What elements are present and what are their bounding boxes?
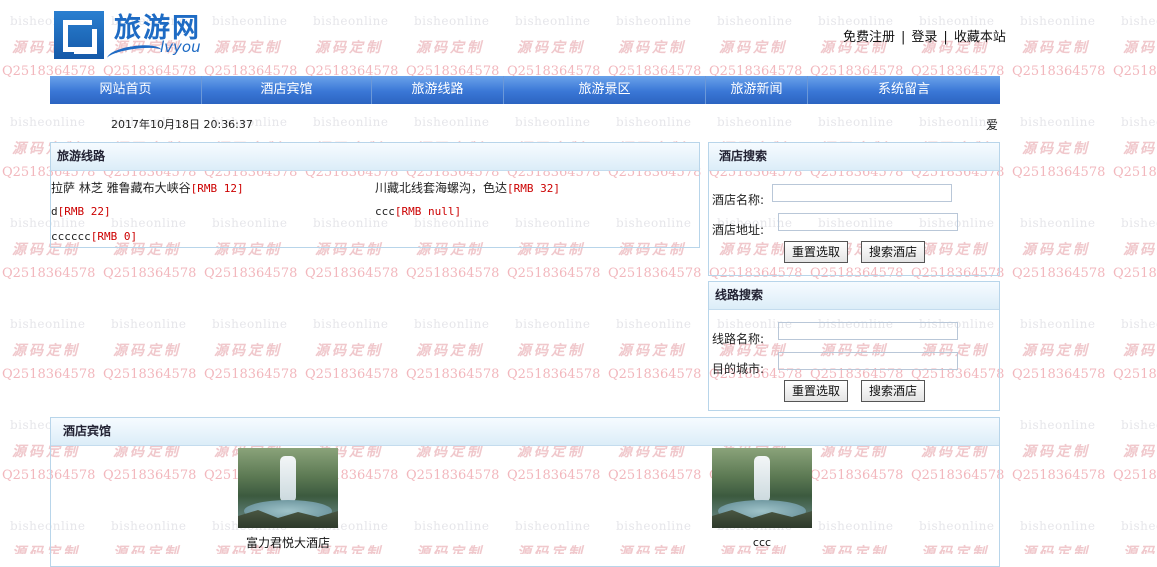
hotel-search-title: 酒店搜索: [709, 143, 999, 171]
hotel-address-input[interactable]: [778, 213, 958, 231]
hotel-reset-button[interactable]: 重置选取: [784, 241, 849, 263]
hotel-photo[interactable]: [238, 448, 338, 528]
route-name[interactable]: d: [51, 205, 58, 218]
nav-item-scenic[interactable]: 旅游景区: [504, 76, 706, 104]
route-search-panel: 线路搜索 线路名称: 目的城市: 重置选取 搜索酒店: [708, 281, 1000, 411]
hotel-address-label: 酒店地址:: [712, 223, 765, 237]
site-logo[interactable]: 旅游网 lvyou: [52, 8, 212, 68]
hotels-panel: 酒店宾馆 富力君悦大酒店 ccc: [50, 417, 1000, 567]
route-reset-button[interactable]: 重置选取: [784, 380, 849, 402]
hotel-search-button[interactable]: 搜索酒店: [861, 241, 926, 263]
logo-mark-icon: [54, 11, 104, 59]
hotel-photo[interactable]: [712, 448, 812, 528]
nav-item-home[interactable]: 网站首页: [50, 76, 202, 104]
route-item[interactable]: d[RMB 22]: [51, 204, 111, 218]
route-item[interactable]: 拉萨 林芝 雅鲁藏布大峡谷[RMB 12]: [51, 179, 244, 196]
route-name[interactable]: 拉萨 林芝 雅鲁藏布大峡谷: [51, 181, 191, 195]
nav-item-routes[interactable]: 旅游线路: [372, 76, 504, 104]
route-search-title: 线路搜索: [709, 282, 999, 310]
route-name[interactable]: ccc: [375, 205, 395, 218]
routes-panel-title: 旅游线路: [51, 143, 699, 171]
logo-subtext: lvyou: [160, 38, 201, 56]
route-price: [RMB 22]: [57, 205, 111, 218]
current-datetime: 2017年10月18日 20:36:37: [111, 118, 253, 131]
route-city-input[interactable]: [778, 352, 958, 370]
nav-item-hotels[interactable]: 酒店宾馆: [202, 76, 372, 104]
hotel-search-panel: 酒店搜索 酒店名称: 酒店地址: 重置选取 搜索酒店: [708, 142, 1000, 276]
login-link[interactable]: 登录: [911, 30, 937, 45]
logo-swoosh-icon: [106, 42, 163, 67]
main-nav: 网站首页 酒店宾馆 旅游线路 旅游景区 旅游新闻 系统留言: [50, 76, 1000, 104]
route-price: [RMB 32]: [507, 182, 560, 195]
route-city-label: 目的城市:: [712, 362, 765, 376]
route-name[interactable]: 川藏北线套海螺沟，色达: [375, 181, 507, 195]
route-price: [RMB 0]: [90, 230, 138, 243]
route-price: [RMB 12]: [190, 182, 244, 195]
nav-item-news[interactable]: 旅游新闻: [706, 76, 808, 104]
separator: |: [901, 30, 906, 45]
routes-panel: 旅游线路 拉萨 林芝 雅鲁藏布大峡谷[RMB 12] 川藏北线套海螺沟，色达[R…: [50, 142, 700, 248]
register-link[interactable]: 免费注册: [843, 30, 895, 45]
hotel-name-label: 酒店名称:: [712, 193, 765, 207]
route-name[interactable]: cccccc: [51, 230, 91, 243]
hotel-name[interactable]: 富力君悦大酒店: [228, 534, 348, 551]
hotel-name[interactable]: ccc: [702, 536, 822, 549]
route-search-button[interactable]: 搜索酒店: [861, 380, 926, 402]
top-links: 免费注册 | 登录 | 收藏本站: [843, 26, 1006, 45]
nav-item-messages[interactable]: 系统留言: [808, 76, 1000, 104]
hotel-name-input[interactable]: [772, 184, 952, 202]
hotels-panel-title: 酒店宾馆: [51, 418, 999, 446]
route-name-label: 线路名称:: [712, 332, 765, 346]
route-item[interactable]: 川藏北线套海螺沟，色达[RMB 32]: [375, 179, 560, 196]
separator: |: [943, 30, 948, 45]
route-price: [RMB null]: [394, 205, 462, 218]
route-name-input[interactable]: [778, 322, 958, 340]
route-item[interactable]: cccccc[RMB 0]: [51, 229, 137, 243]
marquee-text: 爱: [986, 118, 999, 132]
route-item[interactable]: ccc[RMB null]: [375, 204, 461, 218]
bookmark-link[interactable]: 收藏本站: [954, 30, 1006, 45]
